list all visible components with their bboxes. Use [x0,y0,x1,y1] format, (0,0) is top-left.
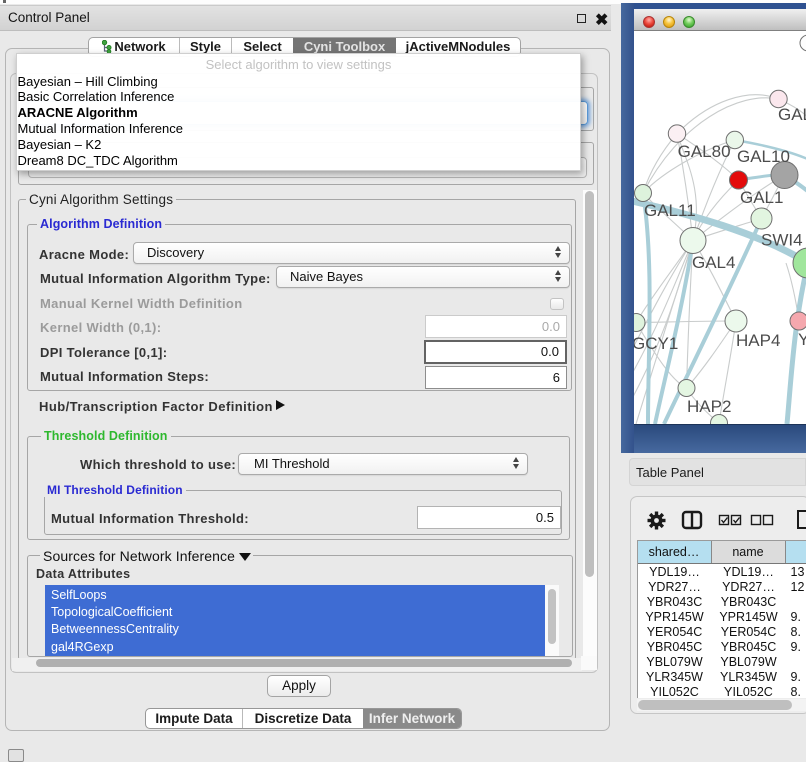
svg-text:SWI4: SWI4 [761,231,803,250]
svg-text:GAL1: GAL1 [740,188,783,207]
svg-text:GCY1: GCY1 [634,334,678,353]
svg-text:HAP4: HAP4 [736,331,780,350]
svg-text:GAL11: GAL11 [644,201,696,220]
svg-text:GAL7: GAL7 [778,105,806,124]
svg-text:GAL80: GAL80 [678,142,731,161]
svg-text:GAL10: GAL10 [737,147,790,166]
svg-text:GAL4: GAL4 [692,253,735,272]
svg-text:Y: Y [798,330,806,349]
svg-text:HAP2: HAP2 [687,397,731,416]
